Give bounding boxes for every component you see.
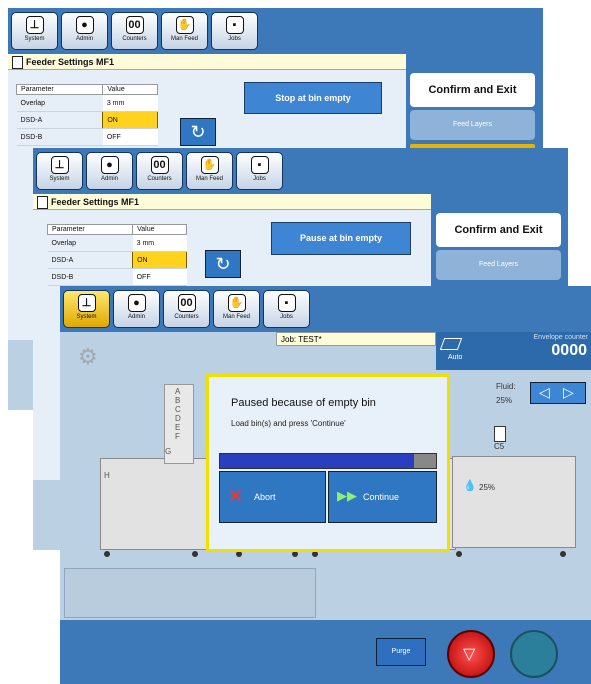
paused-dialog: Paused because of empty bin Load bin(s) … [206,374,450,552]
counters-button[interactable]: 00 Counters [163,290,210,328]
counter-icon: 00 [177,294,196,312]
system-button[interactable]: ⊥ System [63,290,110,328]
dialog-message: Load bin(s) and press 'Continue' [231,419,346,428]
refresh-button[interactable]: ↻ [205,250,241,278]
progress-bar [219,453,437,469]
refresh-button[interactable]: ↻ [180,118,216,146]
parameter-table: Parameter Value Overlap 3 mm DSD-A ON DSD-B… [46,224,187,286]
system-icon: ⊥ [25,16,44,34]
abort-button[interactable]: ✕ Abort [219,471,326,523]
table-row[interactable]: DSD-B OFF [16,128,158,146]
man-feed-button[interactable]: ✋ Man Feed [213,290,260,328]
feed-layers-button[interactable]: Feed Layers [436,250,561,280]
man-feed-button[interactable]: ✋ Man Feed [186,152,233,190]
wheel [560,551,566,557]
value-header: Value [102,84,158,95]
jobs-button[interactable]: ▪ Jobs [211,12,258,50]
user-icon: ● [75,16,94,34]
stop-button[interactable]: ▽ [447,630,495,678]
jobs-icon: ▪ [277,294,296,312]
hand-icon: ✋ [227,294,246,312]
feed-layers-button[interactable]: Feed Layers [410,110,535,140]
prev-next-nav[interactable]: ◁ ▷ [530,382,586,404]
value-header: Value [132,224,187,235]
document-icon [12,56,23,69]
system-icon: ⊥ [50,156,69,174]
window-main-status: ⊥ System ● Admin 00 Counters ✋ Man Feed ▪ Job… [60,286,591,684]
toolbar: ⊥ System ● Admin 00 Counters ✋ Man Feed ▪ Job… [33,148,568,194]
table-row[interactable]: Overlap 3 mm [16,94,158,112]
man-feed-button[interactable]: ✋ Man Feed [161,12,208,50]
stop-icon: ▽ [463,646,476,663]
counters-button[interactable]: 00 Counters [136,152,183,190]
param-header: Parameter [46,224,134,235]
table-row[interactable]: DSD-A ON [47,251,187,269]
toolbar: ⊥ System ● Admin 00 Counters ✋ Man Feed ▪ Job… [8,8,543,54]
settings-gear-icon[interactable]: ⚙ [78,344,98,370]
table-row[interactable]: DSD-A ON [16,111,158,129]
system-button[interactable]: ⊥ System [36,152,83,190]
auto-mode-icon [439,338,463,350]
counters-button[interactable]: 00 Counters [111,12,158,50]
jobs-button[interactable]: ▪ Jobs [263,290,310,328]
envelope-size-label: C5 [494,442,505,451]
next-arrow-icon[interactable]: ▷ [563,384,574,401]
envelope-counter-label: Envelope counter [533,334,588,341]
output-machine: 💧 25% [452,456,576,548]
status-box: Envelope counter 0000 Auto [436,332,591,370]
envelope-icon [494,426,506,442]
jobs-button[interactable]: ▪ Jobs [236,152,283,190]
start-button[interactable] [510,630,558,678]
wheel [456,551,462,557]
confirm-exit-button[interactable]: Confirm and Exit [436,213,561,247]
machine-label-h: H [104,471,110,480]
refresh-icon: ↻ [190,122,206,142]
prev-arrow-icon[interactable]: ◁ [539,384,550,401]
job-field: Job: TEST* [276,332,436,346]
refresh-icon: ↻ [215,254,231,274]
user-icon: ● [100,156,119,174]
envelope-counter: 0000 [551,342,587,359]
admin-button[interactable]: ● Admin [86,152,133,190]
continue-arrows-icon: ▶▶ [337,488,357,503]
ink-level: 25% [479,483,496,492]
auto-label: Auto [448,354,463,361]
user-icon: ● [127,294,146,312]
counter-icon: 00 [150,156,169,174]
bin-stack: A B C D E F G [164,384,194,464]
table-row[interactable]: DSD-B OFF [47,268,187,286]
purge-button[interactable]: Purge [376,638,426,666]
abort-x-icon: ✕ [228,486,244,506]
dialog-title: Paused because of empty bin [231,397,376,409]
counter-icon: 00 [125,16,144,34]
jobs-icon: ▪ [225,16,244,34]
system-button[interactable]: ⊥ System [11,12,58,50]
fluid-label: Fluid: [496,382,516,391]
table-row[interactable]: Overlap 3 mm [47,234,187,252]
confirm-exit-button[interactable]: Confirm and Exit [410,73,535,107]
fluid-value: 25% [496,396,513,405]
parameter-table: Parameter Value Overlap 3 mm DSD-A ON DSD-B… [15,84,158,146]
ink-drop-icon: 💧 [463,480,477,492]
system-icon: ⊥ [77,294,96,312]
document-icon [37,196,48,209]
jobs-icon: ▪ [250,156,269,174]
message-area [64,568,316,618]
pause-at-bin-empty-button[interactable]: Pause at bin empty [271,222,411,255]
wheel [192,551,198,557]
admin-button[interactable]: ● Admin [61,12,108,50]
window-title: Feeder Settings MF1 [33,194,431,210]
admin-button[interactable]: ● Admin [113,290,160,328]
window-title: Feeder Settings MF1 [8,54,406,70]
toolbar: ⊥ System ● Admin 00 Counters ✋ Man Feed ▪ Job… [60,286,591,332]
hand-icon: ✋ [200,156,219,174]
progress-fill [220,454,415,468]
continue-button[interactable]: ▶▶ Continue [328,471,437,523]
stop-at-bin-empty-button[interactable]: Stop at bin empty [244,82,382,114]
hand-icon: ✋ [175,16,194,34]
wheel [104,551,110,557]
param-header: Parameter [15,84,104,95]
